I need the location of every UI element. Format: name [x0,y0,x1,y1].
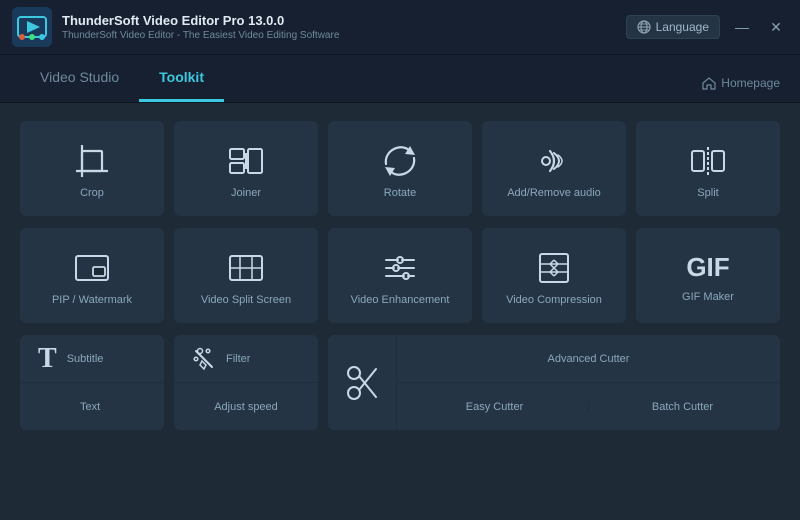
filter-label: Filter [226,353,250,365]
text-subtitle-tool[interactable]: T Subtitle Text [20,335,164,430]
app-name: ThunderSoft Video Editor Pro 13.0.0 [62,13,626,28]
rotate-tool[interactable]: Rotate [328,121,472,216]
advanced-cutter-label: Advanced Cutter [397,335,780,383]
compression-tool[interactable]: Video Compression [482,228,626,323]
window-controls: Language — ✕ [626,15,788,39]
main-content: Crop Joiner [0,103,800,448]
split-tool[interactable]: Split [636,121,780,216]
globe-icon [637,20,651,34]
language-button[interactable]: Language [626,15,720,39]
subtitle-label: Subtitle [67,353,104,365]
audio-icon [536,143,572,179]
crop-tool[interactable]: Crop [20,121,164,216]
language-label: Language [656,20,709,34]
minimize-button[interactable]: — [730,15,754,39]
audio-tool[interactable]: Add/Remove audio [482,121,626,216]
split-screen-icon [228,250,264,286]
enhancement-label: Video Enhancement [351,294,450,306]
compression-label: Video Compression [506,294,602,306]
rotate-icon [382,143,418,179]
app-subtitle: ThunderSoft Video Editor - The Easiest V… [62,30,626,41]
gif-maker-tool[interactable]: GIF GIF Maker [636,228,780,323]
split-icon [690,143,726,179]
app-logo [12,7,52,47]
adjust-speed-label: Adjust speed [214,401,278,413]
magic-icon [192,347,216,371]
pip-label: PIP / Watermark [52,294,132,306]
joiner-icon [228,143,264,179]
joiner-tool[interactable]: Joiner [174,121,318,216]
crop-label: Crop [80,187,104,199]
title-bar: ThunderSoft Video Editor Pro 13.0.0 Thun… [0,0,800,55]
cutter-labels: Advanced Cutter Easy Cutter Batch Cutter [397,335,780,430]
pip-icon [74,250,110,286]
split-label: Split [697,187,718,199]
title-bar-text: ThunderSoft Video Editor Pro 13.0.0 Thun… [62,13,626,41]
enhancement-tool[interactable]: Video Enhancement [328,228,472,323]
scissors-icon [346,363,378,403]
scissors-icon-area [328,335,397,430]
text-label: Text [80,401,100,413]
text-icon: T [38,343,57,375]
tab-toolkit[interactable]: Toolkit [139,55,224,102]
pip-watermark-tool[interactable]: PIP / Watermark [20,228,164,323]
home-icon [702,76,716,90]
homepage-button[interactable]: Homepage [702,76,780,102]
cutter-tools[interactable]: Advanced Cutter Easy Cutter Batch Cutter [328,335,780,430]
split-screen-tool[interactable]: Video Split Screen [174,228,318,323]
gif-label: GIF Maker [682,291,734,303]
split-screen-label: Video Split Screen [201,294,291,306]
easy-batch-row: Easy Cutter Batch Cutter [397,383,780,430]
nav-tabs: Video Studio Toolkit [20,55,224,102]
joiner-label: Joiner [231,187,261,199]
crop-icon [74,143,110,179]
tab-video-studio[interactable]: Video Studio [20,55,139,102]
compression-icon [536,250,572,286]
easy-cutter-label: Easy Cutter [401,401,589,413]
tool-row-2: PIP / Watermark Video Split Screen [20,228,780,323]
batch-cutter-label: Batch Cutter [589,401,776,413]
tool-row-1: Crop Joiner [20,121,780,216]
audio-label: Add/Remove audio [507,187,601,199]
homepage-label: Homepage [721,76,780,90]
gif-icon: GIF [686,252,729,283]
filter-adjust-tool[interactable]: Filter Adjust speed [174,335,318,430]
enhancement-icon [382,250,418,286]
nav-bar: Video Studio Toolkit Homepage [0,55,800,103]
rotate-label: Rotate [384,187,416,199]
close-button[interactable]: ✕ [764,15,788,39]
tool-row-3: T Subtitle Text Filter Adjust speed [20,335,780,430]
